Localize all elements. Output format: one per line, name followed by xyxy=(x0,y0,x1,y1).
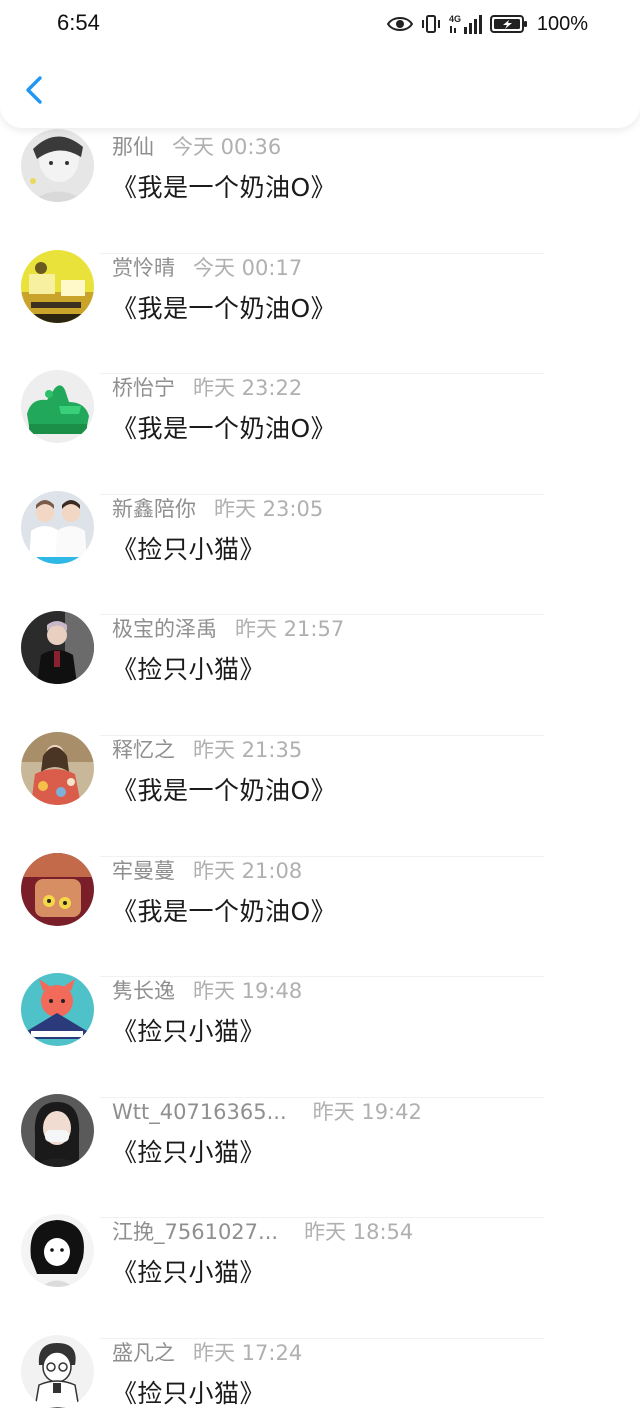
comment-header: 桥怡宁 昨天 23:22 xyxy=(112,373,302,403)
comment-text[interactable]: 《捡只小猫》 xyxy=(112,1135,265,1171)
comment-row[interactable]: Wtt_40716365... 昨天 19:42 《捡只小猫》 xyxy=(0,1051,640,1219)
avatar[interactable] xyxy=(21,852,94,926)
comment-text[interactable]: 《我是一个奶油O》 xyxy=(112,411,336,447)
comment-text[interactable]: 《捡只小猫》 xyxy=(112,652,265,688)
comment-time: 昨天 19:42 xyxy=(312,1099,422,1124)
comment-list[interactable]: 那仙 今天 00:36 《我是一个奶油O》 赏怜晴 今天 00:17 《我是一个… xyxy=(0,86,640,1413)
network-label: 4G xyxy=(449,14,461,24)
avatar[interactable] xyxy=(21,611,94,685)
battery-icon xyxy=(489,14,528,34)
comment-header: 牢曼蔓 昨天 21:08 xyxy=(112,856,302,886)
comment-time: 昨天 23:05 xyxy=(214,496,324,521)
comment-row[interactable]: 盛凡之 昨天 17:24 《捡只小猫》 xyxy=(0,1292,640,1413)
status-bar: 6:54 4G 100% xyxy=(0,0,640,48)
comment-text[interactable]: 《我是一个奶油O》 xyxy=(112,291,336,327)
avatar[interactable] xyxy=(21,1214,94,1288)
comment-row[interactable]: 赏怜晴 今天 00:17 《我是一个奶油O》 xyxy=(0,207,640,375)
comment-time: 今天 00:17 xyxy=(193,255,303,280)
avatar[interactable] xyxy=(21,249,94,323)
comment-text[interactable]: 《我是一个奶油O》 xyxy=(112,773,336,809)
comment-text[interactable]: 《我是一个奶油O》 xyxy=(112,894,336,930)
comment-time: 昨天 23:22 xyxy=(193,376,303,401)
comment-row[interactable]: 释忆之 昨天 21:35 《我是一个奶油O》 xyxy=(0,689,640,857)
comment-time: 昨天 18:54 xyxy=(304,1220,414,1245)
username[interactable]: Wtt_40716365... xyxy=(112,1097,287,1127)
chevron-left-icon xyxy=(18,76,54,114)
comment-row[interactable]: 桥怡宁 昨天 23:22 《我是一个奶油O》 xyxy=(0,327,640,495)
comment-header: 释忆之 昨天 21:35 xyxy=(112,735,302,765)
comment-header: 盛凡之 昨天 17:24 xyxy=(112,1338,302,1368)
username[interactable]: 隽长逸 xyxy=(112,976,175,1006)
comment-text[interactable]: 《捡只小猫》 xyxy=(112,532,265,568)
comment-header: 极宝的泽禹 昨天 21:57 xyxy=(112,614,344,644)
username[interactable]: 江挽_7561027... xyxy=(112,1217,278,1247)
comment-time: 昨天 19:48 xyxy=(193,979,303,1004)
comment-header: Wtt_40716365... 昨天 19:42 xyxy=(112,1097,422,1127)
top-nav-bar xyxy=(0,48,640,128)
comment-text[interactable]: 《我是一个奶油O》 xyxy=(112,170,336,206)
comment-header: 新鑫陪你 昨天 23:05 xyxy=(112,494,323,524)
avatar[interactable] xyxy=(21,1334,94,1408)
username[interactable]: 牢曼蔓 xyxy=(112,856,175,886)
comment-header: 那仙 今天 00:36 xyxy=(112,132,281,162)
avatar[interactable] xyxy=(21,973,94,1047)
avatar[interactable] xyxy=(21,370,94,444)
comment-row[interactable]: 新鑫陪你 昨天 23:05 《捡只小猫》 xyxy=(0,448,640,616)
comment-header: 赏怜晴 今天 00:17 xyxy=(112,253,302,283)
comment-time: 昨天 17:24 xyxy=(193,1340,303,1365)
username[interactable]: 赏怜晴 xyxy=(112,253,175,283)
avatar[interactable] xyxy=(21,490,94,564)
avatar[interactable] xyxy=(21,129,94,202)
comment-text[interactable]: 《捡只小猫》 xyxy=(112,1376,265,1412)
vibrate-icon xyxy=(420,13,442,35)
comment-header: 隽长逸 昨天 19:48 xyxy=(112,976,302,1006)
battery-percent: 100% xyxy=(536,12,588,35)
eye-icon xyxy=(386,15,413,33)
avatar[interactable] xyxy=(21,1093,94,1167)
status-icons: 4G 100% xyxy=(386,11,588,37)
comment-time: 昨天 21:57 xyxy=(235,617,345,642)
username[interactable]: 盛凡之 xyxy=(112,1338,175,1368)
username[interactable]: 释忆之 xyxy=(112,735,175,765)
username[interactable]: 极宝的泽禹 xyxy=(112,614,217,644)
signal-icon: 4G xyxy=(449,13,483,35)
comment-time: 今天 00:36 xyxy=(172,135,282,159)
comment-row[interactable]: 隽长逸 昨天 19:48 《捡只小猫》 xyxy=(0,930,640,1098)
status-time: 6:54 xyxy=(57,10,100,35)
comment-row[interactable]: 牢曼蔓 昨天 21:08 《我是一个奶油O》 xyxy=(0,810,640,978)
username[interactable]: 新鑫陪你 xyxy=(112,494,196,524)
comment-row[interactable]: 极宝的泽禹 昨天 21:57 《捡只小猫》 xyxy=(0,568,640,736)
avatar[interactable] xyxy=(21,731,94,805)
username[interactable]: 那仙 xyxy=(112,132,154,162)
comment-row[interactable]: 江挽_7561027... 昨天 18:54 《捡只小猫》 xyxy=(0,1171,640,1339)
comment-header: 江挽_7561027... 昨天 18:54 xyxy=(112,1217,413,1247)
comment-time: 昨天 21:35 xyxy=(193,737,303,762)
comment-text[interactable]: 《捡只小猫》 xyxy=(112,1255,265,1291)
comment-time: 昨天 21:08 xyxy=(193,858,303,883)
username[interactable]: 桥怡宁 xyxy=(112,373,175,403)
comment-text[interactable]: 《捡只小猫》 xyxy=(112,1014,265,1050)
back-button[interactable] xyxy=(18,70,54,110)
